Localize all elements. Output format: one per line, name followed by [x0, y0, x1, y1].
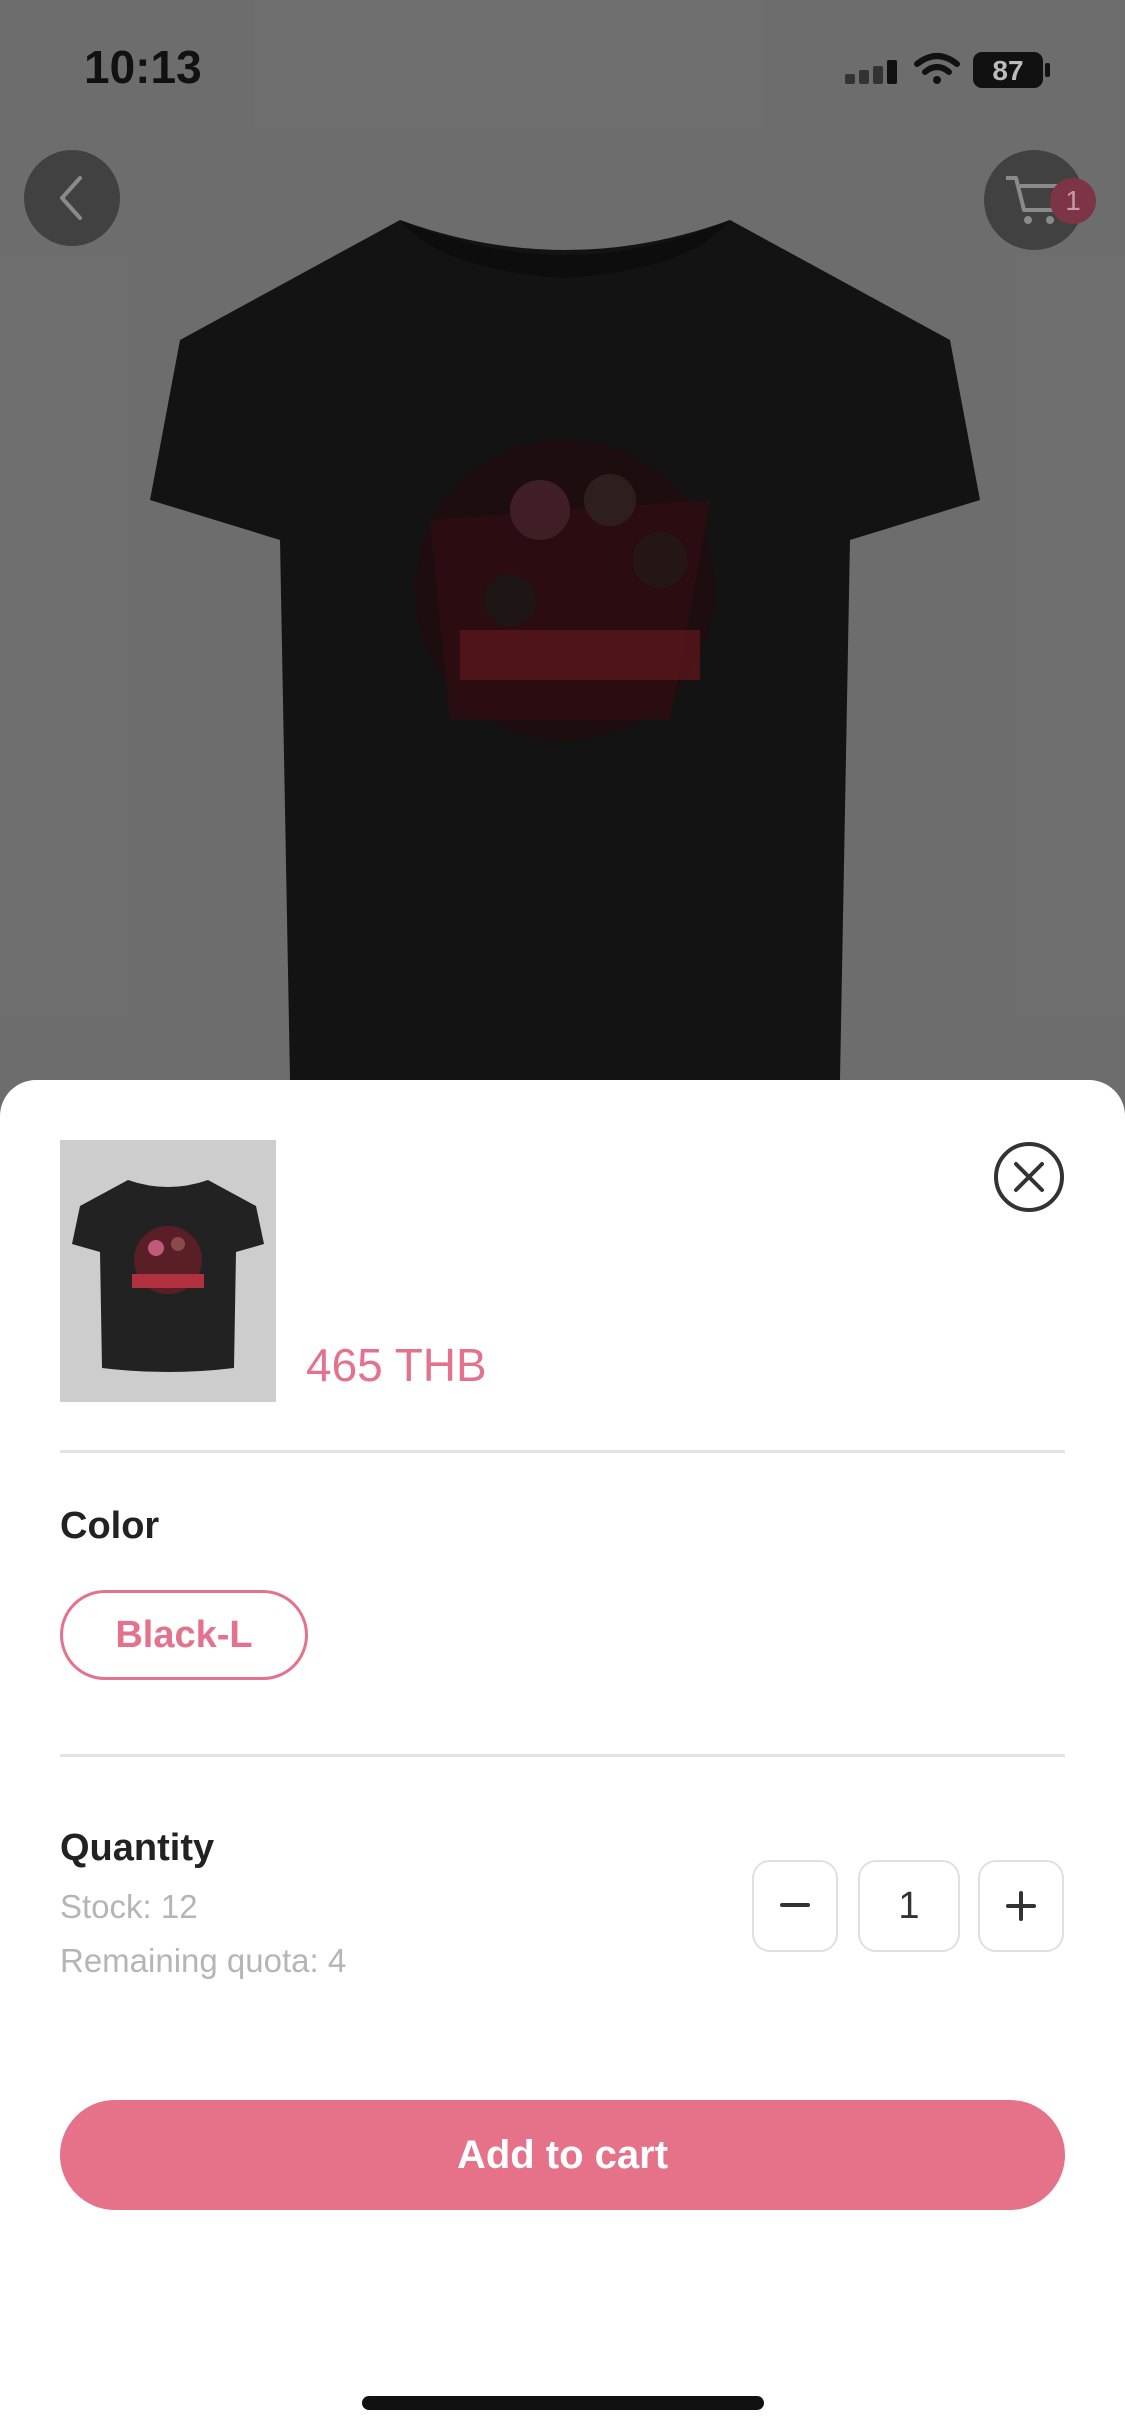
quantity-increment-button[interactable] — [978, 1860, 1064, 1952]
quantity-value[interactable]: 1 — [858, 1860, 960, 1952]
status-bar: 10:13 87 — [0, 0, 1125, 140]
quantity-decrement-button[interactable] — [752, 1860, 838, 1952]
plus-icon — [1006, 1891, 1036, 1921]
status-icons: 87 — [845, 52, 1050, 88]
color-section-title: Color — [60, 1505, 160, 1547]
chevron-left-icon — [60, 176, 82, 220]
remaining-quota-text: Remaining quota: 4 — [60, 1942, 347, 1979]
status-time: 10:13 — [84, 41, 202, 93]
stock-text: Stock: 12 — [60, 1888, 198, 1925]
variant-option-black-l[interactable]: Black-L — [60, 1590, 308, 1680]
divider — [60, 1450, 1065, 1453]
back-button[interactable] — [24, 150, 120, 246]
product-price: 465 THB — [306, 1339, 487, 1391]
add-to-cart-button[interactable]: Add to cart — [60, 2100, 1065, 2210]
quantity-section-title: Quantity — [60, 1827, 215, 1869]
cart-count-badge: 1 — [1050, 178, 1096, 224]
product-screen: 10:13 87 1 465 THB Color Black-L Quantit… — [0, 0, 1125, 2436]
product-thumbnail — [60, 1140, 276, 1402]
battery-icon: 87 — [973, 52, 1050, 88]
divider — [60, 1754, 1065, 1757]
close-button[interactable] — [994, 1142, 1064, 1212]
minus-icon — [780, 1903, 810, 1907]
signal-icon — [845, 60, 897, 84]
svg-text:87: 87 — [992, 55, 1023, 86]
home-indicator[interactable] — [362, 2396, 764, 2410]
wifi-icon — [914, 53, 960, 84]
variant-bottom-sheet: 465 THB Color Black-L Quantity Stock: 12… — [0, 1080, 1125, 2436]
close-icon — [1014, 1162, 1044, 1192]
